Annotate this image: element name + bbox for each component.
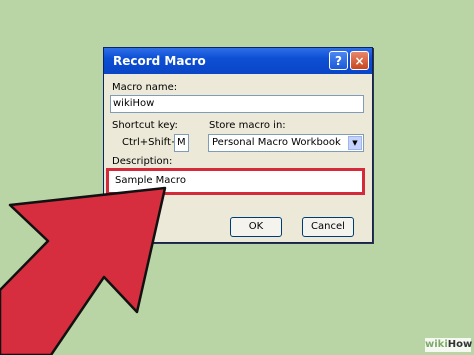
red-arrow-icon bbox=[0, 186, 167, 355]
watermark-how: How bbox=[447, 339, 473, 350]
wikihow-watermark: wikiHow bbox=[425, 338, 473, 352]
watermark-wiki: wiki bbox=[425, 339, 448, 350]
